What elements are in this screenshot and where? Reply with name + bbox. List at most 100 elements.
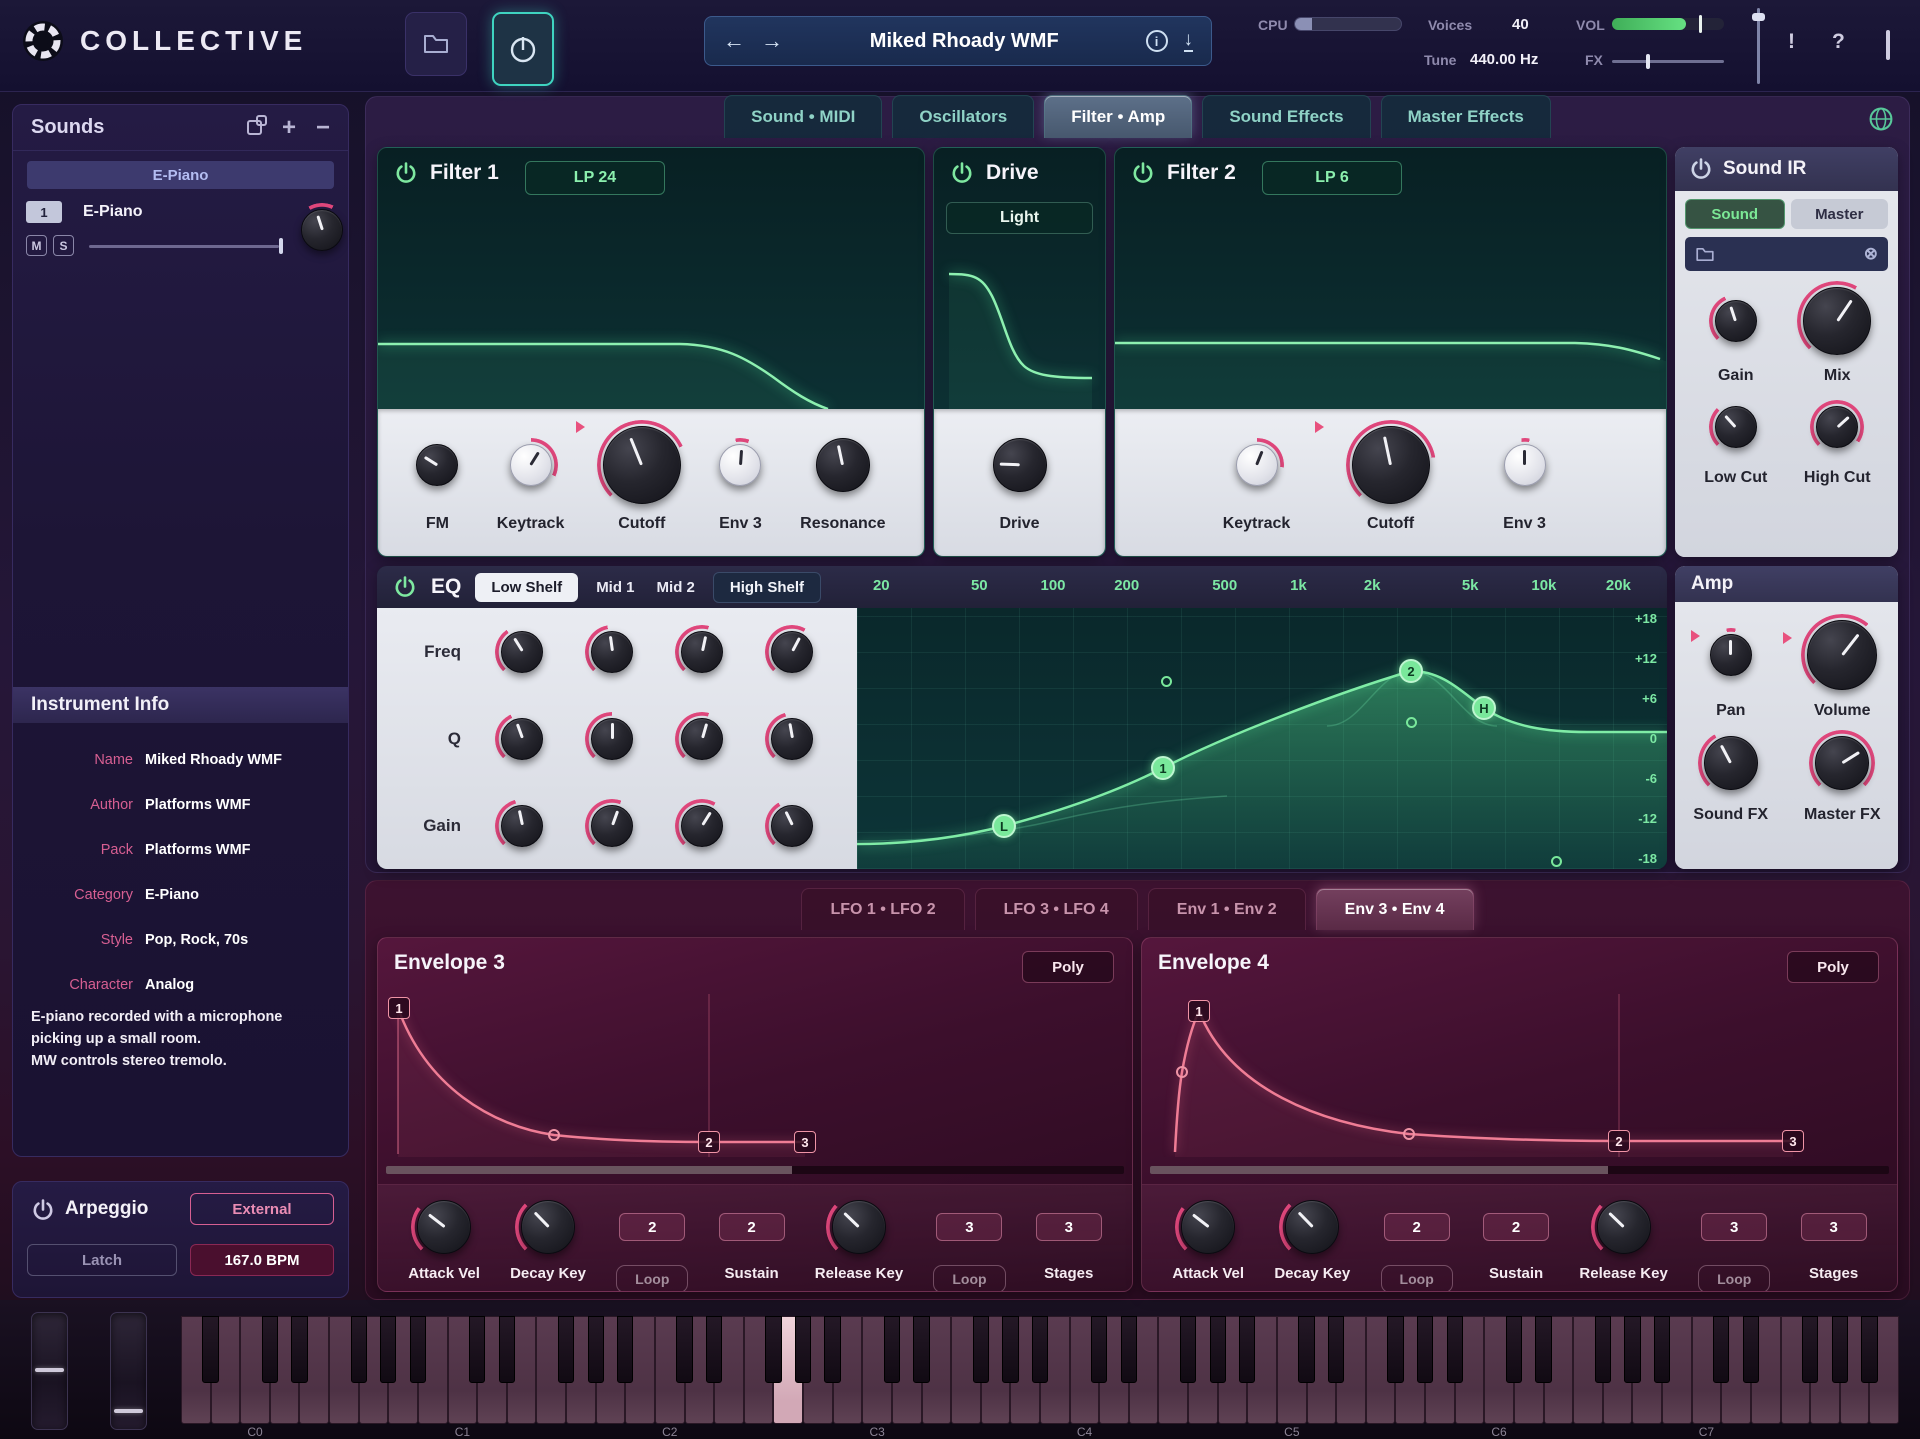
download-icon[interactable]: ↓	[1184, 30, 1194, 52]
env-handle-circle[interactable]	[548, 1129, 560, 1141]
piano-key-black[interactable]	[1447, 1316, 1463, 1383]
piano-key-black[interactable]	[884, 1316, 900, 1383]
release-key-knob[interactable]	[1597, 1200, 1651, 1254]
keytrack-knob[interactable]	[510, 444, 552, 486]
master-fader[interactable]	[1757, 8, 1760, 84]
prev-preset-button[interactable]: ←	[723, 28, 745, 54]
eq-band-high-shelf[interactable]: High Shelf	[713, 572, 821, 603]
tab-lfo-3-4[interactable]: LFO 3 • LFO 4	[975, 888, 1138, 930]
env-handle-circle[interactable]	[1176, 1066, 1188, 1078]
globe-icon[interactable]	[1868, 106, 1894, 132]
master-fx-knob[interactable]	[1815, 736, 1869, 790]
eq-q-knob-3[interactable]	[681, 718, 723, 760]
ir-highcut-knob[interactable]	[1816, 406, 1858, 448]
drive-knob[interactable]	[993, 438, 1047, 492]
fm-knob[interactable]	[416, 444, 458, 486]
piano-key-black[interactable]	[1091, 1316, 1107, 1383]
env-handle-2[interactable]: 2	[1608, 1130, 1630, 1152]
mute-button[interactable]: M	[26, 235, 47, 256]
loop-end-value[interactable]: 3	[1701, 1213, 1767, 1241]
eq-freq-knob-2[interactable]	[591, 631, 633, 673]
keytrack2-knob[interactable]	[1236, 444, 1278, 486]
loop-end-value[interactable]: 3	[936, 1213, 1002, 1241]
piano-key-black[interactable]	[1180, 1316, 1196, 1383]
drive-power-button[interactable]	[950, 161, 974, 185]
eq-mod-handle[interactable]	[1161, 676, 1172, 687]
piano-key-black[interactable]	[1624, 1316, 1640, 1383]
piano-key-black[interactable]	[1832, 1316, 1848, 1383]
piano-key-black[interactable]	[1506, 1316, 1522, 1383]
loop-start-value[interactable]: 2	[619, 1213, 685, 1241]
env3-amount2-knob[interactable]	[1504, 444, 1546, 486]
piano-key-black[interactable]	[351, 1316, 367, 1383]
eq-mod-handle[interactable]	[1551, 856, 1562, 867]
piano-key-black[interactable]	[469, 1316, 485, 1383]
stages-value[interactable]: 3	[1801, 1213, 1867, 1241]
sustain-value[interactable]: 2	[719, 1213, 785, 1241]
volume-knob[interactable]	[1807, 620, 1877, 690]
tab-master-effects[interactable]: Master Effects	[1381, 95, 1551, 138]
cutoff2-knob[interactable]	[1352, 426, 1430, 504]
piano-key-black[interactable]	[410, 1316, 426, 1383]
piano-key-black[interactable]	[1032, 1316, 1048, 1383]
ir-file-row[interactable]: ⊗	[1685, 237, 1888, 271]
piano-key-black[interactable]	[1743, 1316, 1759, 1383]
eq-freq-knob-3[interactable]	[681, 631, 723, 673]
eq-freq-knob-4[interactable]	[771, 631, 813, 673]
piano-key-black[interactable]	[765, 1316, 781, 1383]
remove-sound-button[interactable]: −	[316, 116, 330, 140]
env-handle-3[interactable]: 3	[1782, 1130, 1804, 1152]
editor-button[interactable]	[492, 12, 554, 86]
env-handle-1[interactable]: 1	[1188, 1000, 1210, 1022]
piano-key-black[interactable]	[973, 1316, 989, 1383]
loop-start-button[interactable]: Loop	[616, 1265, 688, 1292]
decay-key-knob[interactable]	[1285, 1200, 1339, 1254]
tab-lfo-1-2[interactable]: LFO 1 • LFO 2	[801, 888, 964, 930]
slot-level-slider[interactable]	[89, 245, 279, 248]
eq-freq-knob-1[interactable]	[501, 631, 543, 673]
piano-key-black[interactable]	[588, 1316, 604, 1383]
resonance-knob[interactable]	[816, 438, 870, 492]
clear-ir-icon[interactable]: ⊗	[1864, 244, 1878, 264]
tab-oscillators[interactable]: Oscillators	[892, 95, 1034, 138]
piano-key-black[interactable]	[1298, 1316, 1314, 1383]
filter2-mode-select[interactable]: LP 6	[1262, 161, 1402, 195]
next-preset-button[interactable]: →	[761, 28, 783, 54]
pitch-wheel[interactable]	[31, 1312, 68, 1430]
pan-knob[interactable]	[1710, 634, 1752, 676]
duplicate-icon[interactable]	[247, 120, 262, 135]
browser-button[interactable]	[405, 12, 467, 76]
piano-key-black[interactable]	[1713, 1316, 1729, 1383]
filter1-power-button[interactable]	[394, 161, 418, 185]
help-icon[interactable]: ?	[1832, 30, 1845, 54]
sound-fx-knob[interactable]	[1704, 736, 1758, 790]
decay-key-knob[interactable]	[521, 1200, 575, 1254]
eq-q-knob-4[interactable]	[771, 718, 813, 760]
tab-filter-amp[interactable]: Filter • Amp	[1044, 95, 1192, 138]
drive-mode-select[interactable]: Light	[946, 202, 1093, 234]
eq-spectrum-display[interactable]: L 1 2 H +18 +12 +6 0 -6 -12 -18	[857, 608, 1667, 869]
tab-env-1-2[interactable]: Env 1 • Env 2	[1148, 888, 1306, 930]
piano-key-black[interactable]	[1417, 1316, 1433, 1383]
eq-band-mid1[interactable]: Mid 1	[592, 579, 638, 596]
piano-key-black[interactable]	[1535, 1316, 1551, 1383]
eq-band-mid2[interactable]: Mid 2	[653, 579, 699, 596]
attack-vel-knob[interactable]	[417, 1200, 471, 1254]
eq-point-low[interactable]: L	[992, 814, 1016, 838]
eq-power-button[interactable]	[393, 575, 417, 599]
eq-mod-handle[interactable]	[1406, 717, 1417, 728]
stages-value[interactable]: 3	[1036, 1213, 1102, 1241]
env3-amount-knob[interactable]	[719, 444, 761, 486]
ir-gain-knob[interactable]	[1715, 300, 1757, 342]
envelope3-display[interactable]: 1 2 3	[386, 994, 1124, 1159]
cutoff-knob[interactable]	[603, 426, 681, 504]
piano-key-black[interactable]	[202, 1316, 218, 1383]
slot-name[interactable]: E-Piano	[83, 203, 143, 221]
loop-start-value[interactable]: 2	[1384, 1213, 1450, 1241]
piano-key-black[interactable]	[795, 1316, 811, 1383]
alert-icon[interactable]: !	[1788, 30, 1795, 54]
piano-key-black[interactable]	[1595, 1316, 1611, 1383]
preset-name[interactable]: Miked Rhoady WMF	[799, 30, 1130, 53]
eq-gain-knob-2[interactable]	[591, 805, 633, 847]
envelope3-poly-button[interactable]: Poly	[1022, 951, 1114, 983]
